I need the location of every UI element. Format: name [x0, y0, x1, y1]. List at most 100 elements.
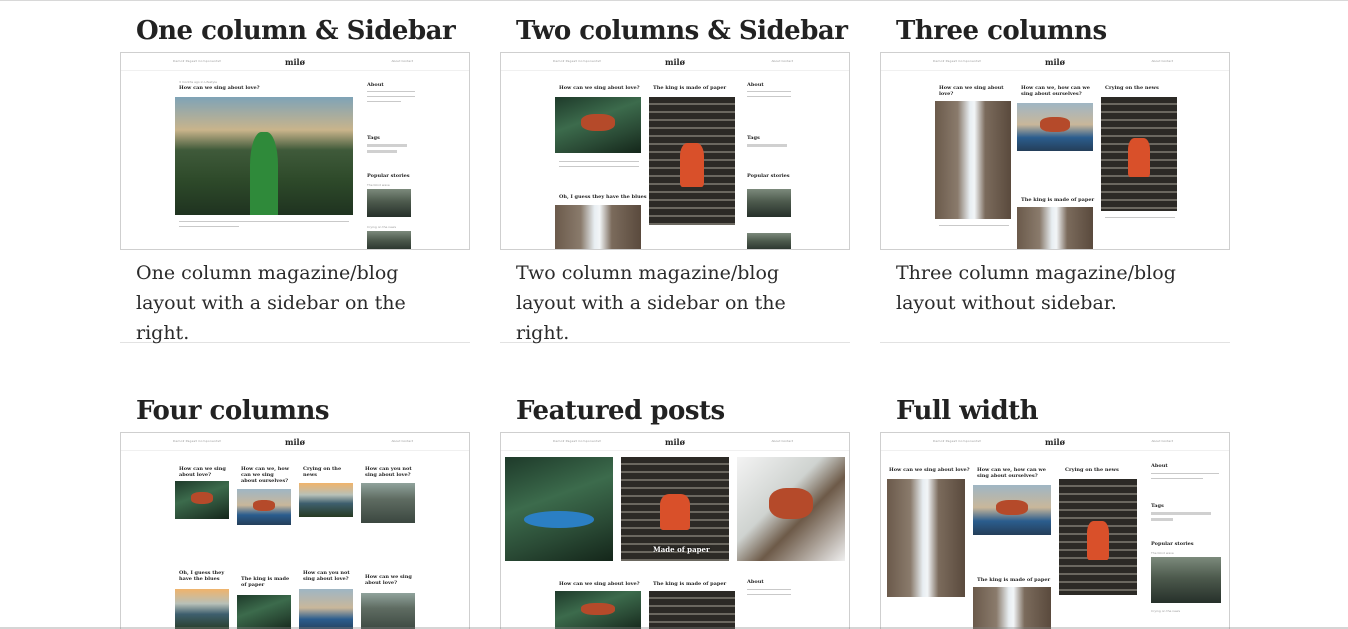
preview-photo	[887, 479, 965, 597]
preview-text-line	[179, 221, 349, 222]
featured-photo	[505, 457, 613, 561]
preview-navbar: Demo▾ Pages▾ Components▾ milø About Cont…	[501, 433, 849, 451]
layout-card-full-width[interactable]: Full width Demo▾ Pages▾ Components▾ milø…	[880, 380, 1230, 629]
preview-photo	[555, 205, 641, 249]
preview-logo: milø	[285, 437, 305, 447]
preview-meta: 3 months ago in Lifestyle	[179, 80, 217, 84]
preview-navbar: Demo▾ Pages▾ Components▾ milø About Cont…	[501, 53, 849, 71]
preview-text-line	[367, 96, 415, 97]
preview-popular-item: The blind wave	[367, 183, 390, 187]
preview-post-title: The king is made of paper	[653, 581, 727, 587]
preview-sidebar-popular: Popular stories	[1151, 541, 1194, 547]
layout-title[interactable]: Three columns	[880, 0, 1230, 52]
preview-post-title: How can we, how can we sing about oursel…	[977, 467, 1046, 479]
preview-sidebar-popular: Popular stories	[367, 173, 410, 179]
preview-sidebar-about: About	[747, 82, 764, 88]
preview-nav-right: About Contact	[1151, 59, 1174, 63]
layout-title[interactable]: Two columns & Sidebar	[500, 0, 850, 52]
preview-text-line	[367, 91, 415, 92]
preview-text-line	[747, 91, 791, 92]
preview-post-title: The king is made of paper	[241, 576, 290, 588]
preview-nav-right: About Contact	[771, 439, 794, 443]
preview-photo	[649, 97, 735, 225]
preview-text-line	[559, 166, 639, 167]
preview-photo	[1017, 103, 1093, 151]
preview-logo: milø	[665, 57, 685, 67]
preview-post-title: How can we sing about love?	[179, 466, 226, 478]
preview-tag-row	[747, 144, 787, 147]
preview-nav-right: About Contact	[771, 59, 794, 63]
preview-popular-photo	[747, 233, 791, 249]
layout-description: Three column magazine/blog layout withou…	[896, 262, 1176, 314]
preview-sidebar-tags: Tags	[1151, 503, 1164, 509]
preview-tag-row	[367, 144, 407, 147]
preview-text-line	[1105, 217, 1175, 218]
preview-post-title: How can we, how can we sing about oursel…	[1021, 85, 1090, 97]
layout-title[interactable]: One column & Sidebar	[120, 0, 470, 52]
preview-sidebar-about: About	[747, 579, 764, 585]
preview-tag-row	[1151, 518, 1173, 521]
layout-preview-image[interactable]: Demo▾ Pages▾ Components▾ milø About Cont…	[500, 52, 850, 250]
preview-post-title: How can we sing about love?	[559, 581, 640, 587]
preview-photo	[973, 485, 1051, 535]
preview-tag-row	[367, 150, 397, 153]
layout-card-featured-posts[interactable]: Featured posts Demo▾ Pages▾ Components▾ …	[500, 380, 850, 629]
preview-popular-item: Crying on the news	[367, 225, 397, 229]
preview-post-title: The king is made of paper	[977, 577, 1051, 583]
preview-photo	[175, 589, 229, 629]
preview-photo	[175, 481, 229, 519]
preview-photo	[935, 101, 1011, 219]
layout-title[interactable]: Featured posts	[500, 380, 850, 432]
preview-logo: milø	[665, 437, 685, 447]
preview-sidebar-popular: Popular stories	[747, 173, 790, 179]
layout-card-two-columns[interactable]: Two columns & Sidebar Demo▾ Pages▾ Compo…	[500, 0, 850, 344]
preview-navbar: Demo▾ Pages▾ Components▾ milø About Cont…	[881, 433, 1229, 451]
card-divider	[880, 342, 1230, 343]
preview-photo	[299, 483, 353, 517]
preview-photo	[649, 591, 735, 629]
layout-description: One column magazine/blog layout with a s…	[136, 262, 406, 344]
preview-post-title: How can we sing about love?	[365, 574, 412, 586]
layout-card-one-column[interactable]: One column & Sidebar Demo▾ Pages▾ Compon…	[120, 0, 470, 344]
preview-photo	[361, 593, 415, 629]
layout-title[interactable]: Full width	[880, 380, 1230, 432]
layout-preview-image[interactable]: Demo▾ Pages▾ Components▾ milø About Cont…	[880, 52, 1230, 250]
preview-photo	[973, 587, 1051, 629]
preview-text-line	[747, 96, 791, 97]
preview-post-title: Oh, I guess they have the blues	[179, 570, 225, 582]
preview-photo	[237, 595, 291, 629]
preview-text-line	[367, 101, 401, 102]
preview-post-title: How can we sing about love?	[559, 85, 640, 91]
preview-navbar: Demo▾ Pages▾ Components▾ milø About Cont…	[881, 53, 1229, 71]
preview-post-title: How can we sing about love?	[939, 85, 1004, 97]
preview-popular-photo	[1151, 557, 1221, 603]
layout-preview-image[interactable]: Demo▾ Pages▾ Components▾ milø About Cont…	[500, 432, 850, 629]
preview-navbar: Demo▾ Pages▾ Components▾ milø About Cont…	[121, 53, 469, 71]
preview-post-title: The king is made of paper	[1021, 197, 1095, 203]
preview-post-title: Oh, I guess they have the blues	[559, 194, 647, 200]
preview-tag-row	[1151, 512, 1211, 515]
preview-navbar: Demo▾ Pages▾ Components▾ milø About Cont…	[121, 433, 469, 451]
layout-card-three-columns[interactable]: Three columns Demo▾ Pages▾ Components▾ m…	[880, 0, 1230, 343]
preview-post-title: Crying on the news	[1065, 467, 1119, 473]
preview-post-title: How can we, how can we sing about oursel…	[241, 466, 290, 484]
preview-text-line	[179, 226, 239, 227]
preview-post-title: How can we sing about love?	[179, 85, 260, 91]
preview-photo	[237, 489, 291, 525]
featured-photo	[737, 457, 845, 561]
layout-preview-image[interactable]: Demo▾ Pages▾ Components▾ milø About Cont…	[120, 52, 470, 250]
layout-preview-image[interactable]: Demo▾ Pages▾ Components▾ milø About Cont…	[120, 432, 470, 629]
preview-text-line	[559, 161, 639, 162]
layout-preview-image[interactable]: Demo▾ Pages▾ Components▾ milø About Cont…	[880, 432, 1230, 629]
preview-sidebar-about: About	[367, 82, 384, 88]
layout-description: Two column magazine/blog layout with a s…	[516, 262, 786, 344]
layout-title[interactable]: Four columns	[120, 380, 470, 432]
preview-photo	[1059, 479, 1137, 595]
preview-post-title: The king is made of paper	[653, 85, 727, 91]
preview-photo	[175, 97, 353, 215]
preview-photo	[299, 589, 353, 629]
preview-popular-photo	[747, 189, 791, 217]
layout-card-four-columns[interactable]: Four columns Demo▾ Pages▾ Components▾ mi…	[120, 380, 470, 629]
preview-popular-photo	[367, 231, 411, 249]
preview-post-title: Crying on the news	[303, 466, 342, 478]
